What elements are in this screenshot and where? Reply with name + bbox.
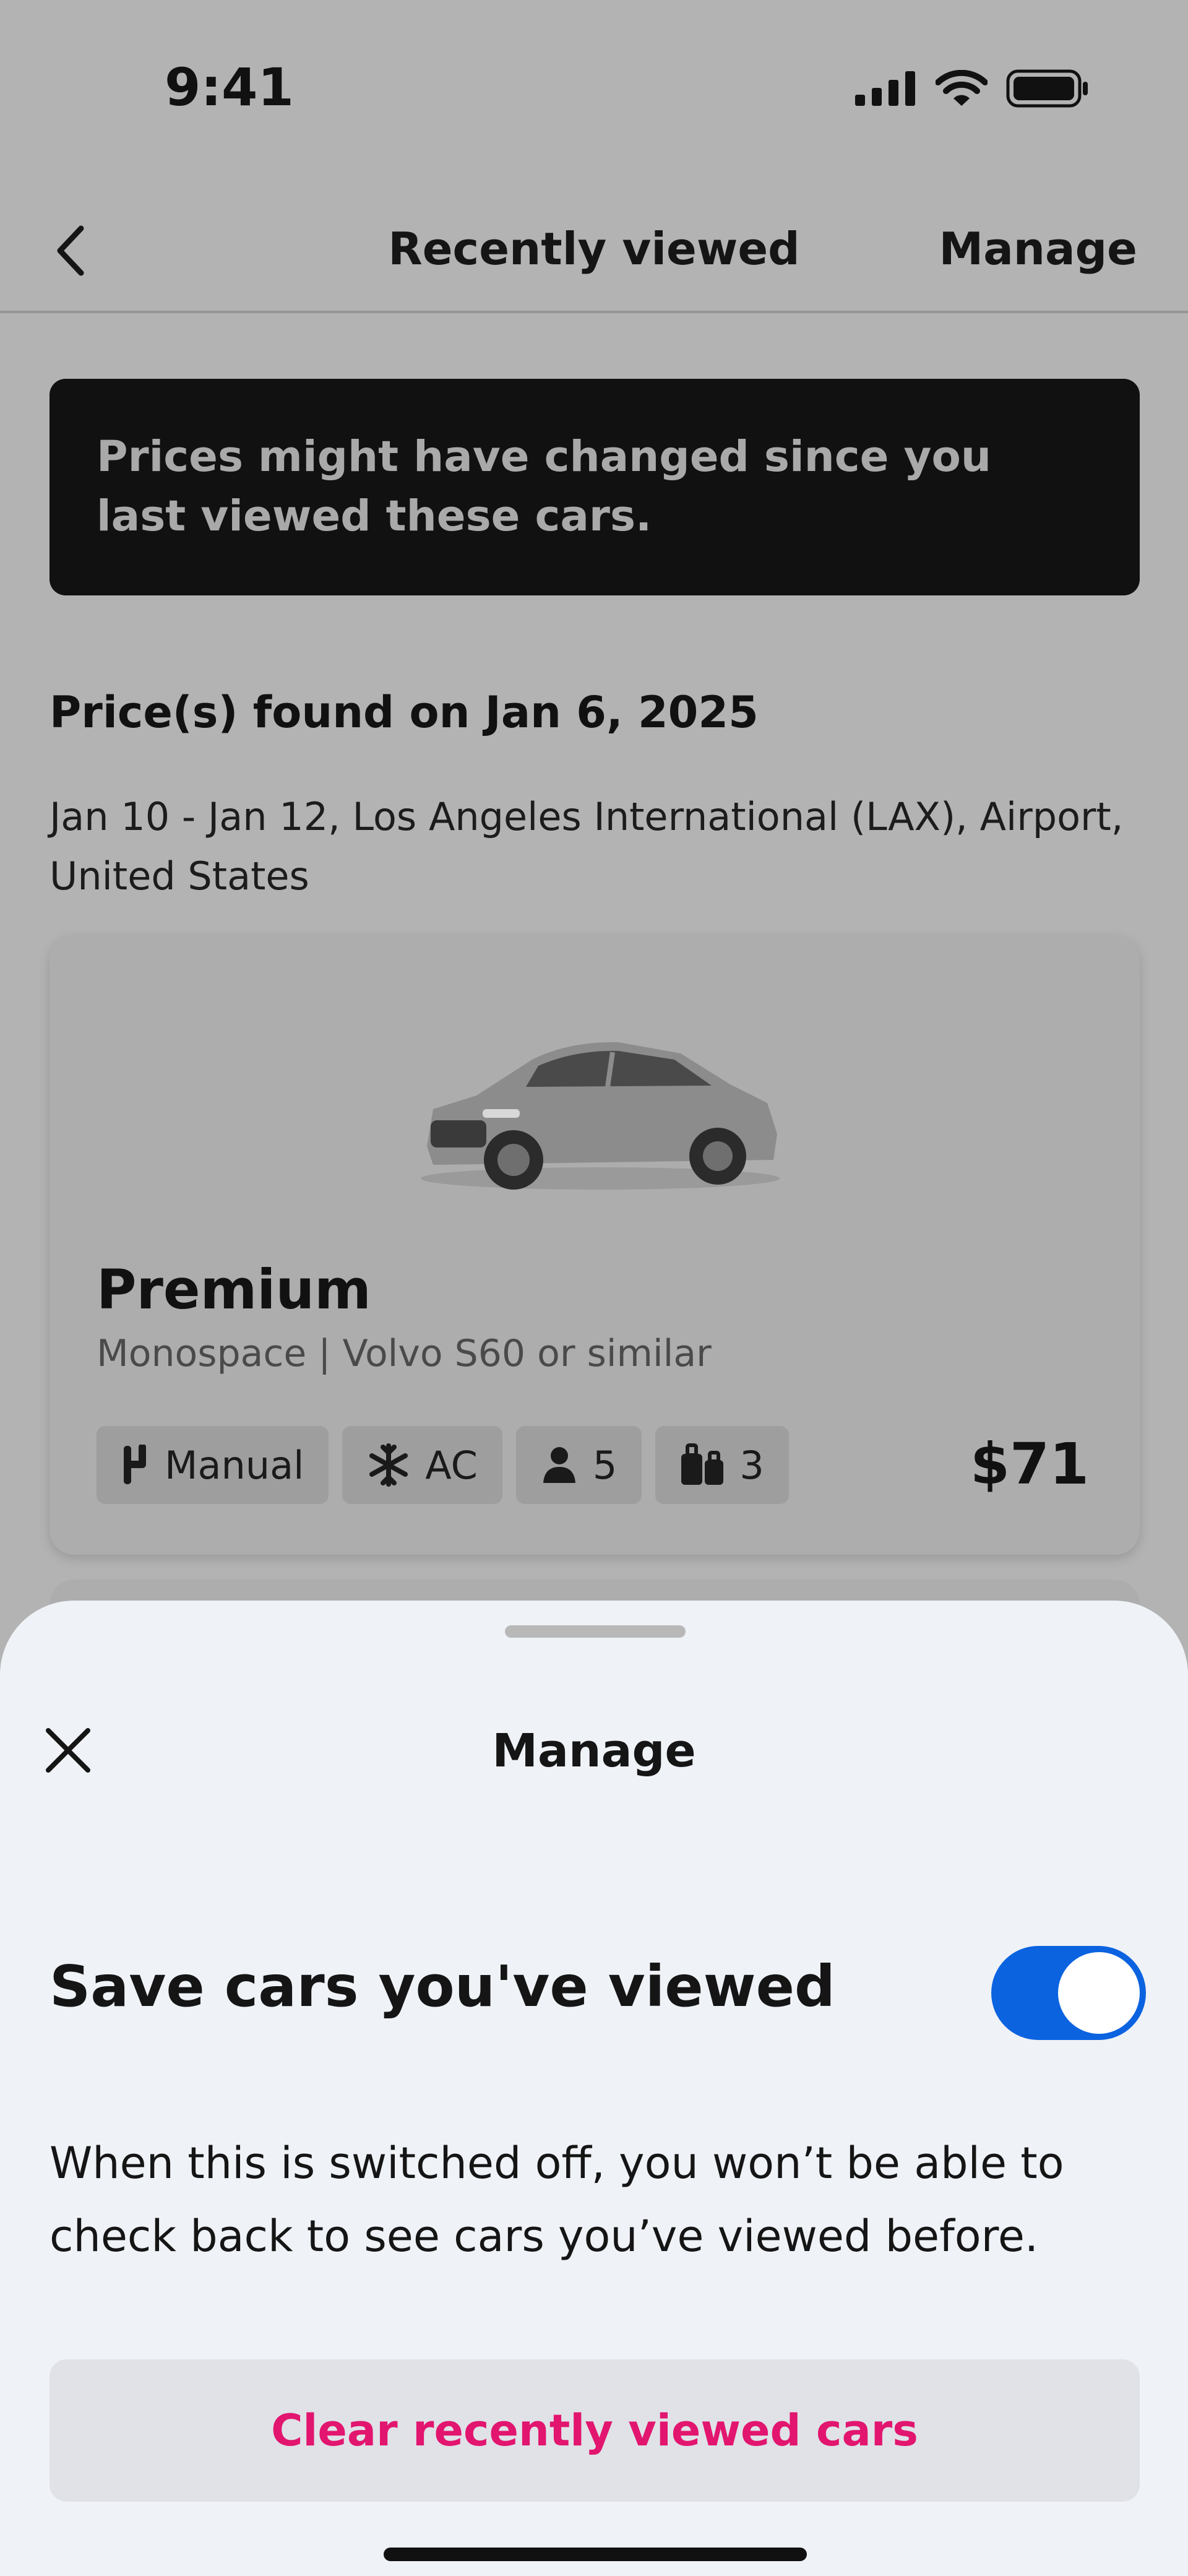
car-category: Premium	[97, 1258, 371, 1321]
status-time: 9:41	[165, 57, 294, 118]
home-indicator	[384, 2548, 807, 2561]
feature-chip-transmission: Manual	[97, 1426, 329, 1504]
battery-icon	[1006, 69, 1088, 108]
save-viewed-toggle[interactable]	[991, 1946, 1146, 2040]
manage-bottom-sheet: Manage Save cars you've viewed When this…	[0, 1601, 1188, 2576]
gearshift-icon	[124, 1445, 146, 1484]
manage-button[interactable]: Manage	[939, 223, 1137, 275]
save-viewed-setting-label: Save cars you've viewed	[50, 1953, 835, 2020]
status-bar: 9:41	[0, 0, 1188, 167]
snowflake-icon	[369, 1443, 408, 1487]
car-price: $71	[970, 1431, 1089, 1497]
navigation-header: Recently viewed Manage	[0, 198, 1188, 313]
wifi-icon	[936, 70, 988, 106]
person-icon	[543, 1447, 575, 1483]
car-card[interactable]: Premium Monospace | Volvo S60 or similar…	[50, 936, 1140, 1555]
car-model: Monospace | Volvo S60 or similar	[97, 1332, 712, 1375]
trip-details: Jan 10 - Jan 12, Los Angeles Internation…	[50, 794, 1124, 899]
price-change-banner: Prices might have changed since you last…	[50, 379, 1140, 595]
feature-chip-seats: 5	[515, 1426, 642, 1504]
car-features: Manual AC 5 3	[97, 1426, 789, 1504]
sheet-grabber-handle[interactable]	[505, 1625, 686, 1638]
sheet-title: Manage	[492, 1724, 696, 1778]
feature-label: 5	[592, 1442, 618, 1488]
car-image	[421, 1042, 780, 1190]
banner-text: Prices might have changed since you last…	[97, 432, 991, 541]
cellular-signal-icon	[855, 71, 915, 106]
clear-recently-viewed-button[interactable]: Clear recently viewed cars	[50, 2359, 1140, 2502]
feature-chip-ac: AC	[342, 1426, 502, 1504]
price-found-heading: Price(s) found on Jan 6, 2025	[50, 687, 759, 738]
setting-description: When this is switched off, you won’t be …	[50, 2138, 1064, 2262]
luggage-icon	[681, 1443, 724, 1485]
feature-chip-luggage: 3	[655, 1426, 789, 1504]
toggle-knob	[1058, 1952, 1140, 2034]
feature-label: AC	[425, 1442, 478, 1488]
feature-label: 3	[739, 1442, 764, 1488]
status-icons	[855, 69, 1089, 108]
feature-label: Manual	[165, 1442, 304, 1488]
